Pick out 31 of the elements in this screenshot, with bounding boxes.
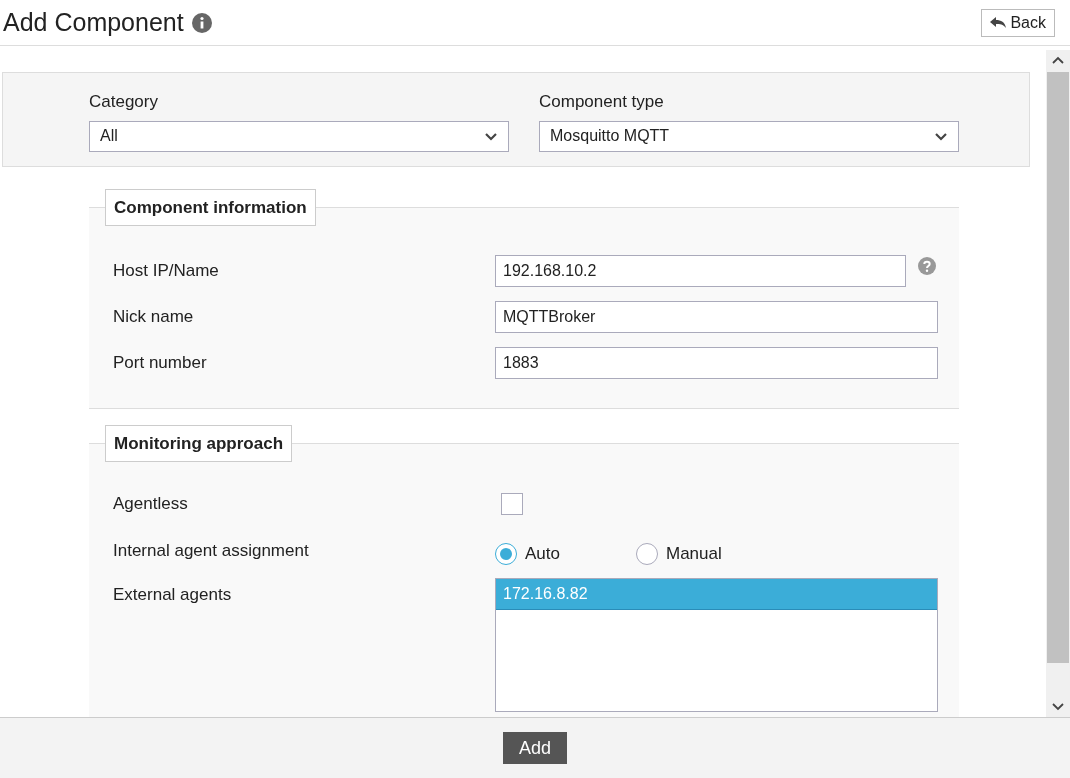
help-icon[interactable] (918, 257, 936, 275)
text-field[interactable]: 1883 (495, 347, 938, 379)
page-title: Add Component (3, 6, 184, 38)
text-field[interactable]: MQTTBroker (495, 301, 938, 333)
chevron-down-icon (484, 131, 498, 141)
radio-button[interactable] (495, 542, 517, 565)
info-icon (191, 12, 212, 33)
dropdown[interactable]: Mosquitto MQTT (539, 120, 959, 152)
field-label: Internal agent assignment (113, 540, 310, 562)
section-legend: Monitoring approach (105, 425, 293, 462)
add-button[interactable]: Add (503, 732, 567, 764)
back-button[interactable]: Back (981, 8, 1055, 37)
scrollbar[interactable] (1046, 50, 1070, 717)
filter-label: Category (89, 91, 159, 113)
field-label: Nick name (113, 306, 195, 329)
field-label: Agentless (113, 493, 189, 516)
dropdown[interactable]: All (89, 120, 509, 152)
field-label: Host IP/Name (113, 260, 220, 283)
chevron-up-icon[interactable] (1052, 56, 1064, 64)
reply-arrow-icon (990, 16, 1007, 29)
radio-button[interactable] (636, 542, 658, 565)
checkbox[interactable] (501, 493, 523, 515)
field-label: Port number (113, 352, 208, 375)
chevron-down-icon[interactable] (1052, 703, 1064, 711)
text-field[interactable]: 192.168.10.2 (495, 255, 906, 287)
chevron-down-icon (934, 131, 948, 141)
radio-option[interactable]: Manual (636, 541, 722, 567)
field-label: External agents (113, 584, 233, 606)
filter-label: Component type (539, 91, 665, 113)
radio-option[interactable]: Auto (495, 541, 560, 567)
section-legend: Component information (105, 189, 316, 226)
